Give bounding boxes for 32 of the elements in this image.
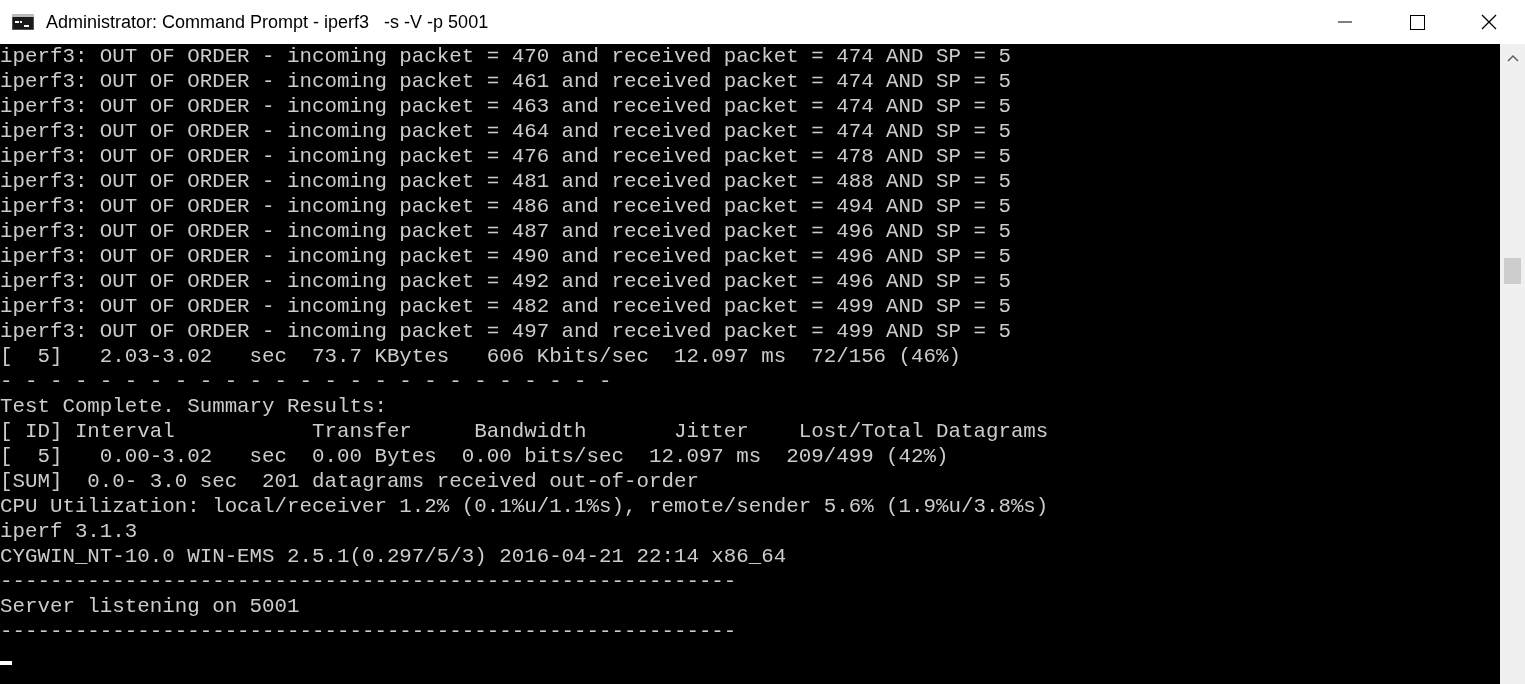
console-line: iperf3: OUT OF ORDER - incoming packet = 461 and received packet = 474 AND SP = 5 — [0, 69, 1011, 94]
close-icon — [1481, 14, 1497, 30]
console-line: CYGWIN_NT-10.0 WIN-EMS 2.5.1(0.297/5/3) 2016-04-21 22:14 x86_64 — [0, 544, 787, 569]
console-line: iperf3: OUT OF ORDER - incoming packet = 463 and received packet = 474 AND SP = 5 — [0, 94, 1011, 119]
scroll-up-icon[interactable] — [1506, 54, 1519, 62]
console-line: [ 5] 0.00-3.02 sec 0.00 Bytes 0.00 bits/sec 12.097 ms 209/499 (42%) — [0, 444, 949, 469]
console-line: iperf3: OUT OF ORDER - incoming packet = 470 and received packet = 474 AND SP = 5 — [0, 44, 1011, 69]
console-line: ----------------------------------------------------------- — [0, 569, 737, 594]
scrollbar[interactable] — [1500, 44, 1525, 684]
console-line: iperf3: OUT OF ORDER - incoming packet = 481 and received packet = 488 AND SP = 5 — [0, 169, 1011, 194]
console-line: [ ID] Interval Transfer Bandwidth Jitter Lost/Total Datagrams — [0, 419, 1049, 444]
console-line: iperf3: OUT OF ORDER - incoming packet = 492 and received packet = 496 AND SP = 5 — [0, 269, 1011, 294]
console-line: ----------------------------------------------------------- — [0, 619, 737, 644]
console-line: iperf3: OUT OF ORDER - incoming packet = 490 and received packet = 496 AND SP = 5 — [0, 244, 1011, 269]
console-line: iperf3: OUT OF ORDER - incoming packet = 486 and received packet = 494 AND SP = 5 — [0, 194, 1011, 219]
console-line: - - - - - - - - - - - - - - - - - - - - - - - - - — [0, 369, 612, 394]
console-line: Test Complete. Summary Results: — [0, 394, 387, 419]
window-title: Administrator: Command Prompt - iperf3 -s -V -p 5001 — [46, 10, 489, 34]
console-line: [SUM] 0.0- 3.0 sec 201 datagrams received out-of-order — [0, 469, 699, 494]
console-line: CPU Utilization: local/receiver 1.2% (0.1%u/1.1%s), remote/sender 5.6% (1.9%u/3.8%s) — [0, 494, 1049, 519]
scroll-thumb[interactable] — [1504, 258, 1521, 284]
console-line: iperf3: OUT OF ORDER - incoming packet = 464 and received packet = 474 AND SP = 5 — [0, 119, 1011, 144]
console-line: Server listening on 5001 — [0, 594, 300, 619]
console-line: iperf3: OUT OF ORDER - incoming packet = 482 and received packet = 499 AND SP = 5 — [0, 294, 1011, 319]
maximize-icon — [1409, 14, 1425, 30]
console-line: iperf3: OUT OF ORDER - incoming packet = 487 and received packet = 496 AND SP = 5 — [0, 219, 1011, 244]
console-line: iperf3: OUT OF ORDER - incoming packet = 497 and received packet = 499 AND SP = 5 — [0, 319, 1011, 344]
minimize-icon — [1338, 21, 1352, 23]
console-line: iperf3: OUT OF ORDER - incoming packet = 476 and received packet = 478 AND SP = 5 — [0, 144, 1011, 169]
console-line: iperf 3.1.3 — [0, 519, 138, 544]
console-line: [ 5] 2.03-3.02 sec 73.7 KBytes 606 Kbits/sec 12.097 ms 72/156 (46%) — [0, 344, 961, 369]
console-icon — [12, 14, 34, 30]
